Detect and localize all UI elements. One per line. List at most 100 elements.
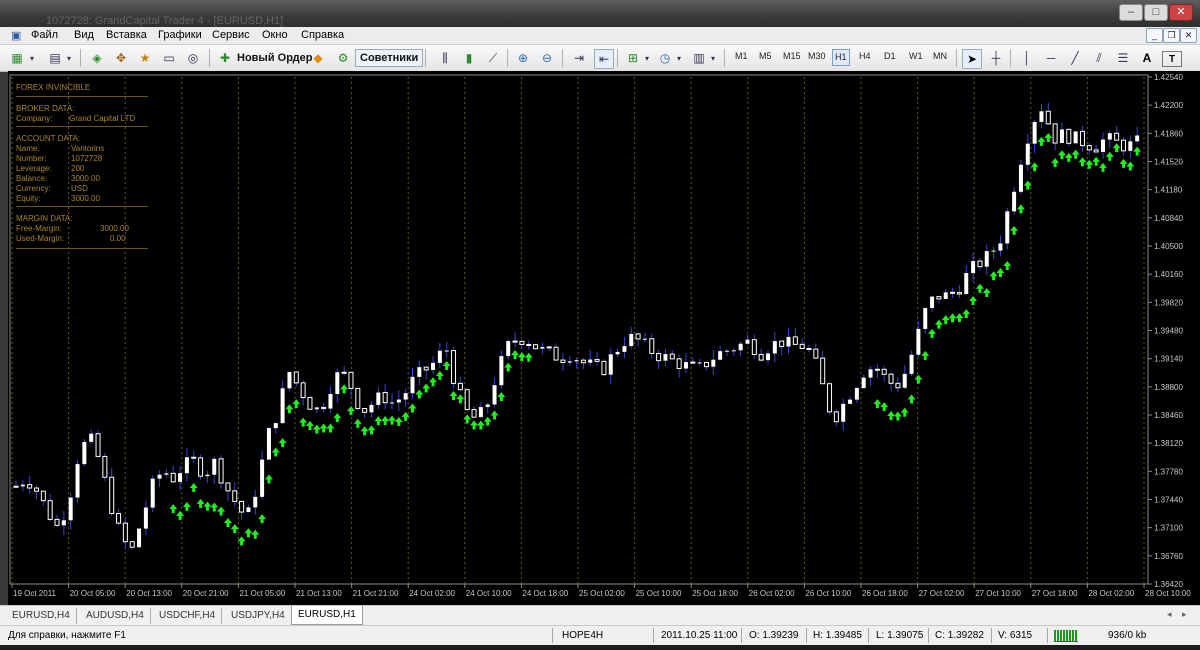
candle-body	[567, 361, 572, 363]
zoom-in-icon[interactable]: ⊕	[514, 49, 532, 67]
navigator-icon[interactable]: ★	[136, 49, 154, 67]
menu-charts[interactable]: Графики	[158, 29, 202, 41]
line-chart-icon[interactable]: ⟋	[484, 49, 502, 67]
horizontal-line-icon[interactable]: ─	[1042, 49, 1060, 67]
x-tick-label: 28 Oct 02:00	[1088, 589, 1134, 598]
tab-eurusd-h4[interactable]: EURUSD,H4	[6, 608, 77, 624]
timeframe-m30-button[interactable]: M30	[808, 51, 826, 61]
buy-signal-arrow	[1057, 150, 1066, 160]
price-chart[interactable]: 1.42540 1.42200 1.41860 1.41520 1.41180 1.408…	[8, 71, 1200, 605]
new-chart-icon[interactable]: ▦	[8, 49, 26, 67]
new-order-button[interactable]: Новый Ордер	[237, 49, 312, 67]
candle-body	[437, 350, 442, 363]
x-tick-label: 20 Oct 21:00	[183, 589, 229, 598]
window-minimize-button[interactable]: –	[1119, 4, 1143, 21]
dropdown-arrow-icon[interactable]: ▾	[64, 49, 74, 67]
timeframe-h1-button[interactable]: H1	[832, 49, 850, 66]
advisors-button[interactable]: Советники	[355, 49, 424, 67]
new-order-icon[interactable]: ✚	[216, 49, 234, 67]
status-separator	[806, 628, 807, 643]
templates-icon[interactable]: ▥	[690, 49, 708, 67]
y-tick-label: 1.37440	[1154, 496, 1183, 505]
candle-body	[260, 459, 265, 497]
buy-signal-arrow	[1112, 143, 1121, 153]
candle-body	[923, 308, 928, 329]
candle-body	[540, 346, 545, 349]
text-label-tool-icon[interactable]: T	[1162, 51, 1182, 67]
strategy-tester-icon[interactable]: ◎	[184, 49, 202, 67]
terminal-icon[interactable]: ▭	[160, 49, 178, 67]
tab-scroll-right-icon[interactable]: ▸	[1182, 609, 1187, 620]
menu-view[interactable]: Вид	[74, 29, 94, 41]
window-title: 1072728: GrandCapital Trader 4 - [EURUSD…	[46, 15, 284, 27]
timeframe-m15-button[interactable]: M15	[783, 51, 801, 61]
tab-scroll-left-icon[interactable]: ◂	[1167, 609, 1172, 620]
advisors-icon[interactable]: ⚙	[334, 49, 352, 67]
autoscroll-icon[interactable]: ⇥	[570, 49, 588, 67]
market-watch-icon[interactable]: ◈	[88, 49, 106, 67]
menu-insert[interactable]: Вставка	[106, 29, 147, 41]
candlestick-icon[interactable]: ▮	[460, 49, 478, 67]
channel-icon[interactable]: ⫽	[1090, 49, 1108, 67]
periods-icon[interactable]: ◷	[656, 49, 674, 67]
dropdown-arrow-icon[interactable]: ▾	[674, 49, 684, 67]
crosshair-icon[interactable]: ┼	[987, 49, 1005, 67]
buy-signal-arrow	[449, 391, 458, 401]
indicators-icon[interactable]: ⊞	[624, 49, 642, 67]
chart-canvas[interactable]: 1.42540 1.42200 1.41860 1.41520 1.41180 1.408…	[8, 71, 1200, 605]
candle-body	[930, 296, 935, 309]
tab-usdchf-h4[interactable]: USDCHF,H4	[153, 608, 223, 624]
buy-signal-arrow	[955, 313, 964, 323]
candle-body	[553, 346, 559, 361]
menu-help[interactable]: Справка	[301, 29, 344, 41]
candle-body	[410, 376, 415, 394]
mdi-minimize-button[interactable]: _	[1146, 28, 1163, 43]
timeframe-m1-button[interactable]: M1	[735, 51, 748, 61]
tab-audusd-h4[interactable]: AUDUSD,H4	[80, 608, 151, 624]
profiles-icon[interactable]: ▤	[46, 49, 64, 67]
x-tick-label: 25 Oct 18:00	[692, 589, 738, 598]
dropdown-arrow-icon[interactable]: ▾	[27, 49, 37, 67]
menu-window[interactable]: Окно	[262, 29, 288, 41]
warning-icon[interactable]: ◆	[309, 49, 327, 67]
candle-body	[1039, 111, 1044, 122]
window-close-button[interactable]: ✕	[1169, 4, 1193, 21]
text-tool-icon[interactable]: A	[1138, 49, 1156, 67]
candle-body	[61, 520, 66, 526]
dropdown-arrow-icon[interactable]: ▾	[642, 49, 652, 67]
candle-body	[1114, 132, 1120, 141]
currency-value: USD	[71, 184, 88, 193]
menu-file[interactable]: Файл	[31, 29, 58, 41]
zoom-out-icon[interactable]: ⊖	[538, 49, 556, 67]
timeframe-m5-button[interactable]: M5	[759, 51, 772, 61]
timeframe-d1-button[interactable]: D1	[884, 51, 896, 61]
menu-tools[interactable]: Сервис	[212, 29, 250, 41]
timeframe-h4-button[interactable]: H4	[859, 51, 871, 61]
buy-signal-arrow	[319, 423, 328, 433]
buy-signal-arrow	[217, 506, 226, 516]
tab-eurusd-h1[interactable]: EURUSD,H1	[291, 606, 363, 625]
data-window-icon[interactable]: ✥	[112, 49, 130, 67]
candle-body	[246, 507, 251, 513]
vertical-line-icon[interactable]: │	[1018, 49, 1036, 67]
fibonacci-icon[interactable]: ☰	[1114, 49, 1132, 67]
cursor-icon[interactable]: ➤	[962, 49, 982, 69]
mdi-close-button[interactable]: ✕	[1180, 28, 1197, 43]
chart-shift-icon[interactable]: ⇤	[594, 49, 614, 69]
mdi-restore-button[interactable]: ❐	[1163, 28, 1180, 43]
bar-chart-icon[interactable]: ⫼	[436, 49, 454, 67]
dropdown-arrow-icon[interactable]: ▾	[708, 49, 718, 67]
buy-signal-arrow	[415, 389, 424, 399]
trendline-icon[interactable]: ╱	[1066, 49, 1084, 67]
timeframe-w1-button[interactable]: W1	[909, 51, 923, 61]
window-restore-button[interactable]: □	[1144, 4, 1168, 21]
candle-body	[157, 474, 162, 479]
candle-body	[1107, 133, 1112, 140]
candle-body	[307, 397, 313, 410]
candle-body	[833, 411, 839, 423]
candle-body	[218, 458, 224, 484]
timeframe-mn-button[interactable]: MN	[933, 51, 947, 61]
tab-usdjpy-h4[interactable]: USDJPY,H4	[225, 608, 292, 624]
buy-signal-arrow	[476, 420, 485, 430]
candle-body	[560, 359, 566, 364]
